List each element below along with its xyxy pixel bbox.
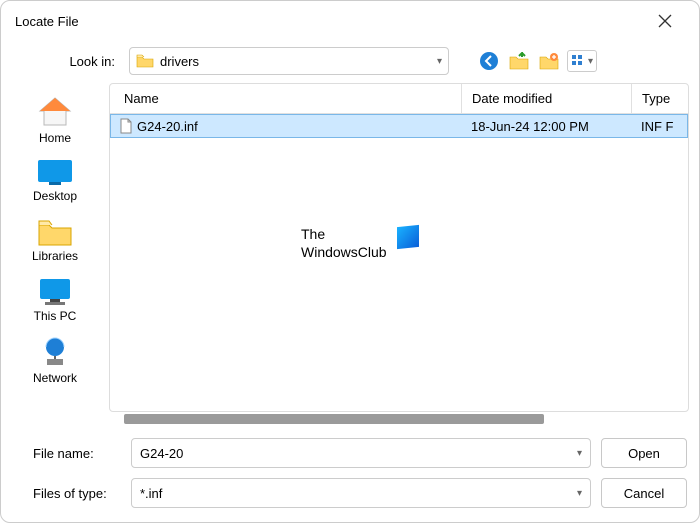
window-title: Locate File <box>15 14 645 29</box>
chevron-down-icon: ▾ <box>437 56 442 67</box>
places-desktop-label: Desktop <box>33 189 77 203</box>
places-thispc-label: This PC <box>34 309 77 323</box>
dialog-window: Locate File Look in: drivers ▾ ▾ <box>0 0 700 523</box>
network-icon <box>35 335 75 369</box>
views-dropdown[interactable]: ▾ <box>567 50 597 72</box>
desktop-icon <box>35 157 75 187</box>
chevron-down-icon: ▾ <box>577 488 582 499</box>
places-desktop[interactable]: Desktop <box>10 151 100 205</box>
lookin-combo[interactable]: drivers ▾ <box>129 47 449 75</box>
chevron-down-icon: ▾ <box>588 56 593 67</box>
column-date[interactable]: Date modified <box>462 84 632 113</box>
filename-input[interactable]: G24-20 ▾ <box>131 438 591 468</box>
close-icon <box>658 14 672 28</box>
filetype-value: *.inf <box>140 486 162 501</box>
chevron-down-icon: ▾ <box>577 448 582 459</box>
column-type[interactable]: Type <box>632 84 688 113</box>
places-network-label: Network <box>33 371 77 385</box>
views-icon <box>571 54 585 68</box>
places-home[interactable]: Home <box>10 89 100 147</box>
horizontal-scrollbar[interactable] <box>109 412 689 426</box>
open-button[interactable]: Open <box>601 438 687 468</box>
up-one-level-button[interactable] <box>507 49 531 73</box>
file-name: G24-20.inf <box>137 119 198 134</box>
back-icon <box>479 51 499 71</box>
places-network[interactable]: Network <box>10 329 100 387</box>
file-list-header: Name Date modified Type <box>110 84 688 114</box>
folder-icon <box>136 54 154 68</box>
new-folder-icon <box>539 52 559 70</box>
new-folder-button[interactable] <box>537 49 561 73</box>
thispc-icon <box>35 275 75 307</box>
filetype-label: Files of type: <box>13 486 121 501</box>
filetype-input[interactable]: *.inf ▾ <box>131 478 591 508</box>
places-bar: Home Desktop Libraries This PC Network <box>1 83 109 432</box>
file-row[interactable]: G24-20.inf 18-Jun-24 12:00 PM INF F <box>110 114 688 138</box>
toolbar: Look in: drivers ▾ ▾ <box>1 41 699 83</box>
close-button[interactable] <box>645 1 685 41</box>
lookin-label: Look in: <box>11 54 121 69</box>
toolbar-icons: ▾ <box>477 49 597 73</box>
places-libraries-label: Libraries <box>32 249 78 263</box>
file-list[interactable]: Name Date modified Type G24-20.inf 18-Ju… <box>109 83 689 412</box>
home-icon <box>36 95 74 129</box>
lookin-value: drivers <box>160 54 431 69</box>
file-type: INF F <box>631 119 687 134</box>
scrollbar-thumb[interactable] <box>124 414 544 424</box>
titlebar: Locate File <box>1 1 699 41</box>
folder-up-icon <box>509 52 529 70</box>
filename-value: G24-20 <box>140 446 183 461</box>
body-area: Home Desktop Libraries This PC Network <box>1 83 699 432</box>
places-thispc[interactable]: This PC <box>10 269 100 325</box>
column-name[interactable]: Name <box>110 84 462 113</box>
file-date: 18-Jun-24 12:00 PM <box>461 119 631 134</box>
libraries-icon <box>35 215 75 247</box>
places-home-label: Home <box>39 131 71 145</box>
bottom-panel: File name: G24-20 ▾ Open Files of type: … <box>1 432 699 522</box>
file-icon <box>119 118 133 134</box>
filename-label: File name: <box>13 446 121 461</box>
back-button[interactable] <box>477 49 501 73</box>
places-libraries[interactable]: Libraries <box>10 209 100 265</box>
cancel-button[interactable]: Cancel <box>601 478 687 508</box>
